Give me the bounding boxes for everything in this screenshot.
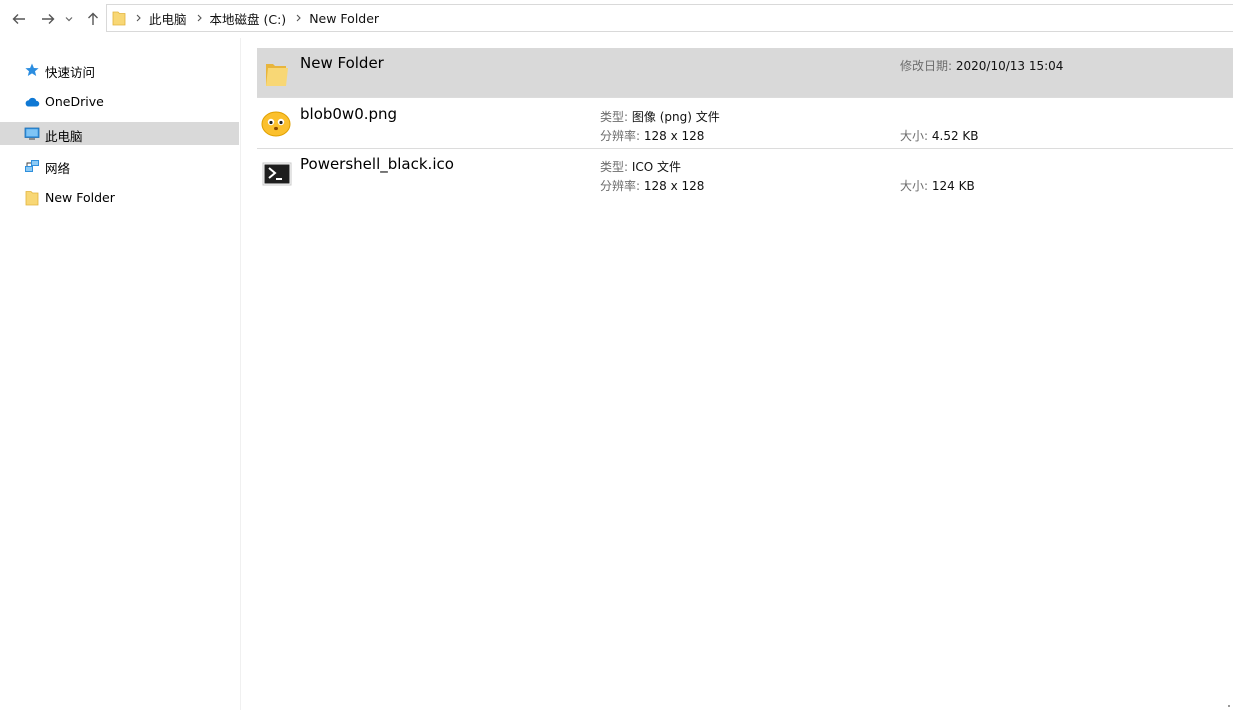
star-icon	[25, 63, 39, 76]
breadcrumb-new-folder[interactable]: New Folder	[309, 11, 379, 26]
file-list: New Folder 修改日期: 2020/10/13 15:04 blob0w…	[241, 38, 1233, 710]
chevron-right-icon	[136, 14, 141, 22]
up-button[interactable]	[83, 8, 103, 30]
powershell-icon	[262, 162, 292, 186]
breadcrumb-this-pc[interactable]: 此电脑	[149, 9, 187, 28]
forward-button[interactable]	[38, 8, 58, 30]
folder-icon	[25, 191, 39, 206]
back-button[interactable]	[9, 8, 29, 30]
folder-icon	[112, 11, 126, 26]
file-size: 大小: 124 KB	[900, 179, 975, 193]
chevron-down-icon	[65, 17, 73, 22]
sidebar-item-quick-access[interactable]: 快速访问	[0, 58, 239, 81]
sidebar-item-label: 此电脑	[45, 129, 83, 144]
file-type: 类型: 图像 (png) 文件	[600, 110, 720, 124]
address-bar[interactable]: 此电脑 本地磁盘 (C:) New Folder	[106, 4, 1233, 32]
breadcrumb-local-disk[interactable]: 本地磁盘 (C:)	[210, 9, 287, 28]
arrow-right-icon	[42, 14, 55, 24]
sidebar-item-label: New Folder	[45, 190, 115, 205]
arrow-left-icon	[12, 14, 25, 24]
list-item-blob0w0[interactable]: blob0w0.png 类型: 图像 (png) 文件 分辨率: 128 x 1…	[257, 99, 1233, 149]
sidebar-item-label: 网络	[45, 161, 71, 176]
sidebar-item-label: OneDrive	[45, 94, 104, 109]
file-resolution: 分辨率: 128 x 128	[600, 129, 705, 143]
navigation-bar: 此电脑 本地磁盘 (C:) New Folder	[0, 0, 1233, 38]
file-size: 大小: 4.52 KB	[900, 129, 979, 143]
arrow-up-icon	[88, 12, 98, 25]
recent-locations-button[interactable]	[62, 8, 76, 30]
sidebar-item-label: 快速访问	[45, 65, 96, 80]
computer-icon	[24, 127, 40, 140]
file-resolution: 分辨率: 128 x 128	[600, 179, 705, 193]
list-item-powershell-black[interactable]: Powershell_black.ico 类型: ICO 文件 分辨率: 128…	[257, 149, 1233, 199]
sidebar-item-network[interactable]: 网络	[0, 154, 239, 177]
navigation-pane: 快速访问 OneDrive 此电脑 网络 New Folder	[0, 38, 241, 710]
sidebar-item-onedrive[interactable]: OneDrive	[0, 90, 239, 113]
network-icon	[25, 160, 39, 172]
file-name: Powershell_black.ico	[300, 155, 454, 173]
chevron-right-icon[interactable]	[296, 14, 301, 22]
resize-grip-icon[interactable]	[1223, 700, 1231, 708]
sidebar-item-this-pc[interactable]: 此电脑	[0, 122, 239, 145]
file-name: New Folder	[300, 54, 384, 72]
modified-date: 修改日期: 2020/10/13 15:04	[900, 59, 1064, 73]
blob-emoji-icon	[261, 111, 291, 137]
file-name: blob0w0.png	[300, 105, 398, 123]
folder-icon	[266, 64, 288, 86]
cloud-icon	[25, 97, 40, 107]
file-type: 类型: ICO 文件	[600, 160, 682, 174]
chevron-right-icon[interactable]	[197, 14, 202, 22]
sidebar-item-new-folder[interactable]: New Folder	[0, 186, 239, 209]
list-item-new-folder[interactable]: New Folder 修改日期: 2020/10/13 15:04	[257, 48, 1233, 98]
